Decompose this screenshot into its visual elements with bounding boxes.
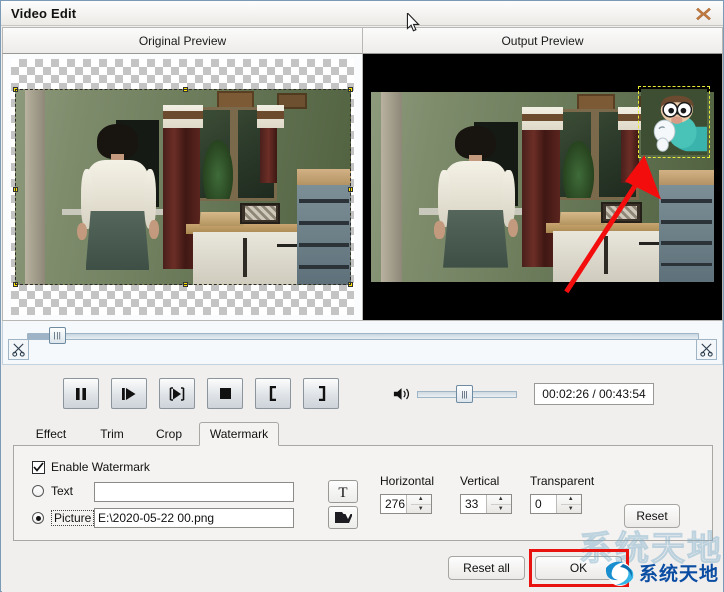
vertical-value: 33 bbox=[465, 497, 479, 511]
edit-tabs: Effect Trim Crop Watermark bbox=[13, 422, 713, 446]
svg-text:T: T bbox=[338, 485, 347, 500]
play-bar-icon bbox=[122, 387, 136, 400]
watermark-text-input[interactable] bbox=[94, 482, 294, 502]
radio-circle bbox=[32, 485, 44, 497]
radio-circle bbox=[32, 512, 44, 524]
bracket-left-icon bbox=[269, 386, 276, 401]
folder-open-icon bbox=[334, 512, 352, 523]
transparent-label: Transparent bbox=[530, 474, 595, 488]
next-frame-button[interactable] bbox=[159, 378, 195, 409]
pause-button[interactable] bbox=[63, 378, 99, 409]
preview-header-bar: Original Preview Output Preview bbox=[2, 27, 723, 54]
step-forward-icon bbox=[169, 386, 185, 401]
scissors-icon bbox=[12, 343, 25, 357]
picture-radio-label: Picture bbox=[51, 510, 95, 526]
brand-name: 系统天地 bbox=[638, 563, 719, 585]
text-radio[interactable]: Text bbox=[32, 484, 73, 498]
font-T-icon: T bbox=[338, 485, 347, 500]
window-title: Video Edit bbox=[11, 6, 77, 21]
tab-effect[interactable]: Effect bbox=[21, 422, 81, 446]
timeline-strip: ||| bbox=[2, 321, 723, 365]
swoosh-logo-icon bbox=[605, 561, 634, 586]
pause-icon bbox=[76, 387, 86, 400]
video-edit-window: Video Edit Original Preview Output Previ… bbox=[0, 0, 724, 592]
tab-crop[interactable]: Crop bbox=[141, 422, 197, 446]
text-radio-label: Text bbox=[51, 484, 74, 498]
watermark-picture-path-input[interactable] bbox=[94, 508, 294, 528]
original-video-frame bbox=[15, 89, 351, 285]
watermark-panel: Enable Watermark Text T Picture Horizont… bbox=[13, 445, 713, 541]
text-style-button[interactable]: T bbox=[328, 480, 358, 503]
spinner-down[interactable]: ▼ bbox=[491, 505, 512, 514]
horizontal-value: 276 bbox=[385, 497, 406, 511]
mark-out-button[interactable] bbox=[303, 378, 339, 409]
checkmark-icon bbox=[33, 462, 44, 472]
stop-icon bbox=[219, 388, 231, 399]
bracket-right-icon bbox=[318, 386, 325, 401]
spinner-arrows: ▲ ▼ bbox=[405, 495, 432, 514]
close-button[interactable] bbox=[690, 3, 716, 24]
vertical-spinner[interactable]: 33 ▲ ▼ bbox=[460, 494, 512, 514]
stop-button[interactable] bbox=[207, 378, 243, 409]
transparent-value: 0 bbox=[535, 497, 542, 511]
transparent-spinner[interactable]: 0 ▲ ▼ bbox=[530, 494, 582, 514]
title-bar: Video Edit bbox=[1, 1, 723, 26]
spinner-up[interactable]: ▲ bbox=[560, 495, 581, 505]
tab-watermark[interactable]: Watermark bbox=[199, 422, 279, 446]
horizontal-label: Horizontal bbox=[380, 474, 435, 488]
picture-radio[interactable]: Picture bbox=[32, 510, 95, 526]
horizontal-spinner[interactable]: 276 ▲ ▼ bbox=[380, 494, 432, 514]
spinner-down[interactable]: ▼ bbox=[561, 505, 582, 514]
watermark-image bbox=[641, 89, 707, 155]
scissors-icon bbox=[700, 343, 713, 357]
speaker-icon[interactable] bbox=[393, 386, 411, 402]
watermark-selection-box[interactable] bbox=[638, 86, 710, 158]
browse-picture-button[interactable] bbox=[328, 506, 358, 529]
vertical-label: Vertical bbox=[460, 474, 500, 488]
trim-start-button[interactable] bbox=[8, 339, 29, 360]
close-x-icon bbox=[695, 7, 711, 20]
spinner-up[interactable]: ▲ bbox=[490, 495, 511, 505]
volume-handle[interactable]: ||| bbox=[456, 385, 473, 403]
time-display: 00:02:26 / 00:43:54 bbox=[534, 383, 654, 405]
enable-watermark-checkbox[interactable]: Enable Watermark bbox=[32, 460, 150, 474]
brand-watermark: 系统天地 bbox=[603, 558, 719, 587]
seek-slider[interactable] bbox=[27, 333, 699, 340]
spinner-arrows: ▲ ▼ bbox=[485, 495, 512, 514]
reset-watermark-button[interactable]: Reset bbox=[624, 504, 680, 528]
output-preview-tab[interactable]: Output Preview bbox=[363, 27, 723, 54]
original-preview-tab[interactable]: Original Preview bbox=[2, 27, 363, 54]
play-frame-button[interactable] bbox=[111, 378, 147, 409]
trim-end-button[interactable] bbox=[696, 339, 717, 360]
mark-in-button[interactable] bbox=[255, 378, 291, 409]
enable-watermark-label: Enable Watermark bbox=[51, 460, 150, 474]
reset-all-button[interactable]: Reset all bbox=[448, 556, 525, 580]
spinner-up[interactable]: ▲ bbox=[410, 495, 431, 505]
spinner-down[interactable]: ▼ bbox=[411, 505, 432, 514]
spinner-arrows: ▲ ▼ bbox=[555, 495, 582, 514]
original-preview-pane[interactable] bbox=[2, 54, 363, 321]
tab-trim[interactable]: Trim bbox=[85, 422, 139, 446]
output-preview-pane[interactable] bbox=[363, 54, 723, 321]
checkbox-box bbox=[32, 460, 45, 474]
seek-handle[interactable]: ||| bbox=[49, 327, 66, 344]
preview-panes bbox=[2, 54, 723, 321]
